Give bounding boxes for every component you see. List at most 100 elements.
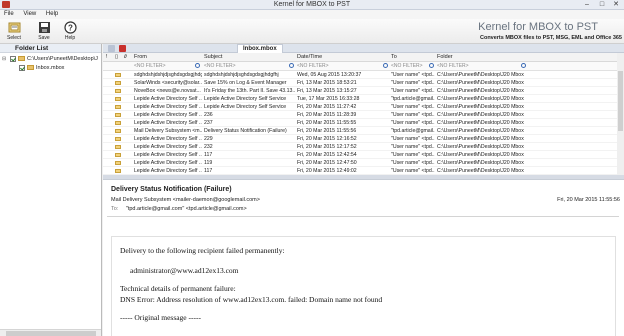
cell-date: Wed, 05 Aug 2015 13:20:37 bbox=[297, 72, 362, 78]
cell-date: Fri, 13 Mar 2015 18:53:21 bbox=[297, 80, 357, 86]
cell-date: Fri, 20 Mar 2015 11:55:55 bbox=[297, 120, 357, 126]
cell-subject: 117 bbox=[204, 152, 213, 158]
cell-folder: C:\Users\PuneetM\Desktop\J20 Mbox bbox=[437, 168, 524, 174]
cell-subject: 117 bbox=[204, 168, 213, 174]
pdf-icon[interactable] bbox=[119, 45, 126, 52]
tree-root-item[interactable]: ⊟ C:\Users\PuneetM\Desktop\J bbox=[0, 55, 101, 64]
filter-date[interactable]: <NO FILTER> bbox=[297, 63, 329, 69]
scroll-thumb[interactable] bbox=[6, 331, 96, 336]
envelope-icon bbox=[115, 89, 121, 93]
envelope-icon bbox=[115, 81, 121, 85]
save-label: Save bbox=[38, 35, 50, 41]
window-title: Kernel for MBOX to PST bbox=[273, 1, 351, 8]
grid-vertical-scrollbar[interactable] bbox=[617, 53, 624, 175]
root-checkbox[interactable] bbox=[10, 56, 16, 62]
menu-help[interactable]: Help bbox=[42, 10, 62, 17]
tree-child-label: Inbox.mbox bbox=[36, 65, 65, 71]
tree-root-label: C:\Users\PuneetM\Desktop\J bbox=[27, 56, 98, 62]
cell-subject: Delivery Status Notification (Failure) bbox=[204, 128, 287, 134]
folder-list-pane: Folder List ⊟ C:\Users\PuneetM\Desktop\J… bbox=[0, 44, 102, 336]
brand-title: Kernel for MBOX to PST bbox=[478, 21, 598, 33]
filter-from[interactable]: <NO FILTER> bbox=[134, 63, 166, 69]
folder-icon bbox=[18, 56, 25, 61]
table-row[interactable]: Lepide Active Directory Self ... Lepide A… bbox=[103, 103, 624, 111]
filter-subject[interactable]: <NO FILTER> bbox=[204, 63, 236, 69]
filter-date-search-icon[interactable] bbox=[383, 63, 388, 68]
menu-view[interactable]: View bbox=[19, 10, 40, 17]
message-preview: Delivery Status Notification (Failure) M… bbox=[103, 179, 624, 336]
column-folder[interactable]: Folder bbox=[437, 54, 453, 60]
envelope-icon bbox=[115, 153, 121, 157]
cell-from: Lepide Active Directory Self ... bbox=[134, 104, 202, 110]
refresh-icon[interactable] bbox=[108, 45, 115, 52]
select-button[interactable]: Select bbox=[2, 20, 26, 43]
body-line: Technical details of permanent failure: bbox=[120, 284, 236, 293]
filter-to[interactable]: <NO FILTER> bbox=[391, 63, 423, 69]
grid-scroll-thumb[interactable] bbox=[618, 71, 623, 131]
select-icon bbox=[8, 22, 20, 33]
cell-subject: Save 15% on Log & Event Manager bbox=[204, 80, 287, 86]
cell-subject: 236 bbox=[204, 112, 213, 118]
cell-to: "User name" <tpd... bbox=[391, 136, 435, 142]
cell-subject: 229 bbox=[204, 136, 213, 142]
cell-folder: C:\Users\PuneetM\Desktop\J20 Mbox bbox=[437, 120, 524, 126]
child-checkbox[interactable] bbox=[19, 65, 25, 71]
table-row[interactable]: SolarWinds <security@solar... Save 15% on… bbox=[103, 79, 624, 87]
cell-date: Fri, 20 Mar 2015 11:55:56 bbox=[297, 128, 357, 134]
table-row[interactable]: Lepide Active Directory Self ... 237 Fri, … bbox=[103, 119, 624, 127]
table-row[interactable]: Mail Delivery Subsystem <m... Delivery St… bbox=[103, 127, 624, 135]
type-column-icon[interactable]: ! bbox=[106, 54, 108, 60]
envelope-icon bbox=[115, 145, 121, 149]
cell-from: Lepide Active Directory Self ... bbox=[134, 112, 202, 118]
filter-folder[interactable]: <NO FILTER> bbox=[437, 63, 469, 69]
cell-from: Mail Delivery Subsystem <m... bbox=[134, 128, 202, 134]
column-to[interactable]: To bbox=[391, 54, 397, 60]
table-row[interactable]: Lepide Active Directory Self ... 117 Fri, … bbox=[103, 151, 624, 159]
table-row[interactable]: NoveBox <news@e.novsat... It's Friday the… bbox=[103, 87, 624, 95]
tree-child-item[interactable]: Inbox.mbox bbox=[0, 64, 101, 73]
table-row[interactable]: Lepide Active Directory Self ... 236 Fri, … bbox=[103, 111, 624, 119]
filter-to-search-icon[interactable] bbox=[429, 63, 434, 68]
cell-date: Fri, 20 Mar 2015 12:49:02 bbox=[297, 168, 357, 174]
menu-bar: File View Help bbox=[0, 10, 624, 19]
table-row[interactable]: sdghdshjdshjdjsghdsgdsgjhdgfhj sdghdshjds… bbox=[103, 71, 624, 79]
close-button[interactable]: ✕ bbox=[609, 0, 623, 9]
menu-file[interactable]: File bbox=[0, 10, 18, 17]
cell-to: "User name" <tpd... bbox=[391, 112, 435, 118]
column-subject[interactable]: Subject bbox=[204, 54, 222, 60]
cell-to: "User name" <tpd... bbox=[391, 80, 435, 86]
maximize-button[interactable]: □ bbox=[595, 0, 609, 9]
cell-date: Fri, 20 Mar 2015 12:47:50 bbox=[297, 160, 357, 166]
read-column-icon[interactable]: ▯ bbox=[115, 54, 118, 60]
cell-subject: 119 bbox=[204, 160, 213, 166]
cell-to: "tpd.article@gmail... bbox=[391, 96, 435, 102]
attachment-column-icon[interactable]: ∂ bbox=[124, 54, 127, 60]
column-from[interactable]: From bbox=[134, 54, 147, 60]
tab-inbox[interactable]: Inbox.mbox bbox=[237, 44, 283, 53]
table-row[interactable]: Lepide Active Directory Self ... 117 Fri, … bbox=[103, 167, 624, 175]
cell-from: SolarWinds <security@solar... bbox=[134, 80, 202, 86]
cell-to: "User name" <tpd... bbox=[391, 152, 435, 158]
help-button[interactable]: ? Help bbox=[58, 20, 82, 43]
filter-from-search-icon[interactable] bbox=[195, 63, 200, 68]
mbox-icon bbox=[27, 65, 34, 70]
filter-subject-search-icon[interactable] bbox=[289, 63, 294, 68]
table-row[interactable]: Lepide Active Directory Self ... 229 Fri, … bbox=[103, 135, 624, 143]
table-row[interactable]: Lepide Active Directory Self ... 119 Fri, … bbox=[103, 159, 624, 167]
collapse-icon[interactable]: ⊟ bbox=[2, 56, 6, 62]
message-grid: ! ▯ ∂ From Subject Date/Time To Folder <… bbox=[103, 53, 624, 175]
cell-to: "User name" <tpd... bbox=[391, 144, 435, 150]
cell-folder: C:\Users\PuneetM\Desktop\J20 Mbox bbox=[437, 160, 524, 166]
column-date[interactable]: Date/Time bbox=[297, 54, 322, 60]
folder-horizontal-scrollbar[interactable] bbox=[0, 329, 101, 336]
preview-divider bbox=[107, 216, 619, 217]
envelope-icon bbox=[115, 137, 121, 141]
save-button[interactable]: Save bbox=[32, 20, 56, 43]
table-row[interactable]: Lepide Active Directory Self ... Lepide A… bbox=[103, 95, 624, 103]
cell-from: Lepide Active Directory Self ... bbox=[134, 144, 202, 150]
body-line: DNS Error: Address resolution of www.ad1… bbox=[120, 295, 383, 304]
minimize-button[interactable]: – bbox=[580, 0, 594, 9]
table-row[interactable]: Lepide Active Directory Self ... 232 Fri, … bbox=[103, 143, 624, 151]
folder-list-header: Folder List bbox=[0, 44, 101, 53]
filter-folder-search-icon[interactable] bbox=[521, 63, 526, 68]
